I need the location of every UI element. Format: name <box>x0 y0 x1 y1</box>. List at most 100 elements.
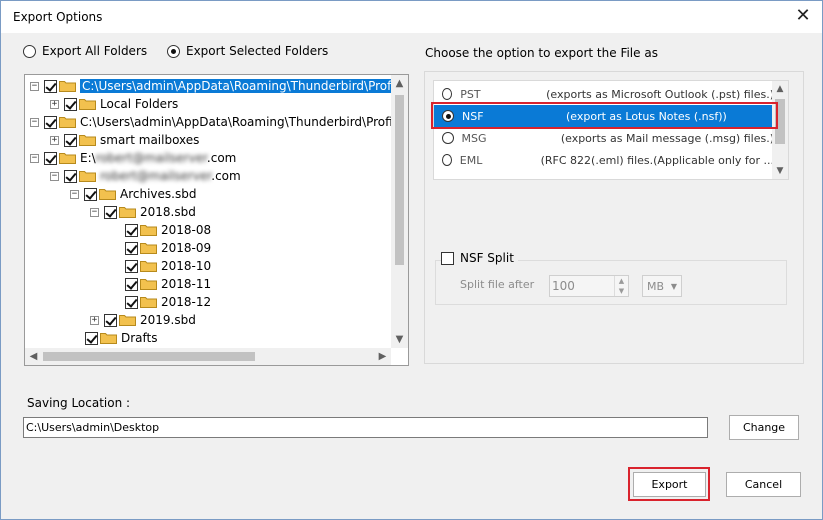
account-domain-suffix: .com <box>206 151 237 165</box>
tree-row[interactable]: + Local Folders <box>50 95 178 113</box>
tree-row-label: Archives.sbd <box>120 187 197 201</box>
folder-tree[interactable]: − C:\Users\admin\AppData\Roaming\Thunderb… <box>24 74 409 366</box>
tree-row[interactable]: 2018-10 <box>125 257 211 275</box>
collapse-icon[interactable]: − <box>30 153 39 163</box>
tree-row[interactable]: 2018-08 <box>125 221 211 239</box>
tree-checkbox[interactable] <box>125 295 138 309</box>
scroll-thumb-horizontal[interactable] <box>43 352 255 361</box>
tree-row[interactable]: +2019.sbd <box>90 311 196 329</box>
tree-row-label: E:\robert@mailserver.com <box>80 151 236 165</box>
tree-checkbox[interactable] <box>125 241 138 255</box>
tree-checkbox[interactable] <box>104 313 117 327</box>
tree-row-label: Local Folders <box>100 97 179 111</box>
tree-row[interactable]: − E:\robert@mailserver.com <box>30 149 236 167</box>
tree-checkbox[interactable] <box>125 223 138 237</box>
scroll-up-icon[interactable]: ▲ <box>391 75 408 92</box>
scroll-down-icon[interactable]: ▼ <box>391 331 408 348</box>
collapse-icon[interactable]: − <box>30 117 39 127</box>
collapse-icon[interactable]: − <box>50 171 59 181</box>
tree-checkbox[interactable] <box>64 169 77 183</box>
collapse-icon[interactable]: − <box>90 207 99 217</box>
export-options-dialog: Export Options ✕ Export All Folders Expo… <box>0 0 823 520</box>
tree-checkbox[interactable] <box>85 331 98 345</box>
format-list-scrollbar[interactable]: ▲ ▼ <box>772 81 788 179</box>
format-radio[interactable] <box>442 132 454 144</box>
export-selected-radio[interactable] <box>167 44 180 58</box>
nsf-split-checkbox[interactable] <box>441 251 454 265</box>
format-option-eml[interactable]: EML (RFC 822(.eml) files.(Applicable only… <box>434 149 774 171</box>
tree-row[interactable]: − Archives.sbd <box>70 185 196 203</box>
tree-row[interactable]: − 2018.sbd <box>90 203 196 221</box>
format-list[interactable]: PST (exports as Microsoft Outlook (.pst) … <box>433 80 789 180</box>
tree-row[interactable]: − C:\Users\admin\AppData\Roaming\Thunderb… <box>30 77 408 95</box>
export-selected-folders-option[interactable]: Export Selected Folders <box>167 44 328 58</box>
format-description: (exports as Microsoft Outlook (.pst) fil… <box>546 87 774 101</box>
nsf-split-toggle[interactable]: NSF Split <box>441 251 518 265</box>
account-domain-suffix: .com <box>211 169 241 183</box>
nsf-split-group: Split file after 100 ▲ ▼ MB ▼ <box>435 260 787 305</box>
format-name: MSG <box>461 131 487 145</box>
tree-checkbox[interactable] <box>84 187 97 201</box>
tree-checkbox[interactable] <box>64 133 77 147</box>
tree-row[interactable]: + smart mailboxes <box>50 131 199 149</box>
split-after-label: Split file after <box>460 278 535 291</box>
tree-horizontal-scrollbar[interactable]: ◀ ▶ <box>25 348 391 365</box>
collapse-icon[interactable]: − <box>30 81 39 91</box>
export-all-radio[interactable] <box>23 44 36 58</box>
nsf-highlight-frame <box>431 102 778 129</box>
expand-icon[interactable]: + <box>90 315 99 325</box>
tree-row[interactable]: 2018-12 <box>125 293 211 311</box>
saving-location-field[interactable]: C:\Users\admin\Desktop <box>23 417 708 438</box>
dialog-title: Export Options <box>13 10 103 24</box>
export-selected-label: Export Selected Folders <box>186 44 329 58</box>
export-all-folders-option[interactable]: Export All Folders <box>23 44 147 58</box>
tree-checkbox[interactable] <box>125 277 138 291</box>
tree-row[interactable]: Drafts <box>85 329 158 347</box>
tree-row[interactable]: − C:\Users\admin\AppData\Roaming\Thunderb… <box>30 113 409 131</box>
collapse-icon[interactable]: − <box>70 189 79 199</box>
tree-row-label: C:\Users\admin\AppData\Roaming\Thunderbi… <box>80 115 409 129</box>
format-scroll-down-icon[interactable]: ▼ <box>772 163 788 179</box>
tree-checkbox[interactable] <box>104 205 117 219</box>
tree-checkbox[interactable] <box>44 115 57 129</box>
format-option-msg[interactable]: MSG (exports as Mail message (.msg) files… <box>434 127 774 149</box>
tree-row-label: 2018-12 <box>161 295 212 309</box>
folder-icon <box>119 206 136 218</box>
folder-icon <box>79 134 96 146</box>
account-drive-prefix: E:\ <box>80 151 96 165</box>
tree-row-label: smart mailboxes <box>100 133 200 147</box>
tree-row[interactable]: 2018-09 <box>125 239 211 257</box>
scroll-right-icon[interactable]: ▶ <box>374 348 391 365</box>
format-radio[interactable] <box>442 88 453 100</box>
folder-icon <box>140 260 157 272</box>
split-size-value[interactable]: 100 <box>550 279 614 293</box>
title-bar: Export Options ✕ <box>1 1 822 33</box>
tree-row[interactable]: − robert@mailserver.com <box>50 167 241 185</box>
stepper-arrows-icon[interactable]: ▲ ▼ <box>614 276 628 296</box>
folder-icon <box>59 116 76 128</box>
split-unit-select[interactable]: MB ▼ <box>642 275 682 297</box>
tree-checkbox[interactable] <box>44 151 57 165</box>
tree-checkbox[interactable] <box>44 79 57 93</box>
close-icon[interactable]: ✕ <box>790 5 816 27</box>
folder-icon <box>79 170 96 182</box>
tree-checkbox[interactable] <box>64 97 77 111</box>
change-button[interactable]: Change <box>729 415 799 440</box>
scroll-thumb[interactable] <box>395 95 404 265</box>
tree-checkbox[interactable] <box>125 259 138 273</box>
format-radio[interactable] <box>442 154 452 166</box>
expand-icon[interactable]: + <box>50 99 59 109</box>
export-all-label: Export All Folders <box>42 44 148 58</box>
tree-vertical-scrollbar[interactable]: ▲ ▼ <box>391 75 408 348</box>
tree-row[interactable]: 2018-11 <box>125 275 211 293</box>
format-name: EML <box>459 153 483 167</box>
tree-row-label: 2018.sbd <box>140 205 196 219</box>
format-scroll-up-icon[interactable]: ▲ <box>772 81 788 97</box>
expand-icon[interactable]: + <box>50 135 59 145</box>
split-size-stepper[interactable]: 100 ▲ ▼ <box>549 275 629 297</box>
tree-row-label: 2019.sbd <box>140 313 196 327</box>
scroll-left-icon[interactable]: ◀ <box>25 348 42 365</box>
tree-row-label: 2018-09 <box>161 241 212 255</box>
redacted-account-name: robert@mailserver <box>100 169 212 183</box>
cancel-button[interactable]: Cancel <box>726 472 801 497</box>
